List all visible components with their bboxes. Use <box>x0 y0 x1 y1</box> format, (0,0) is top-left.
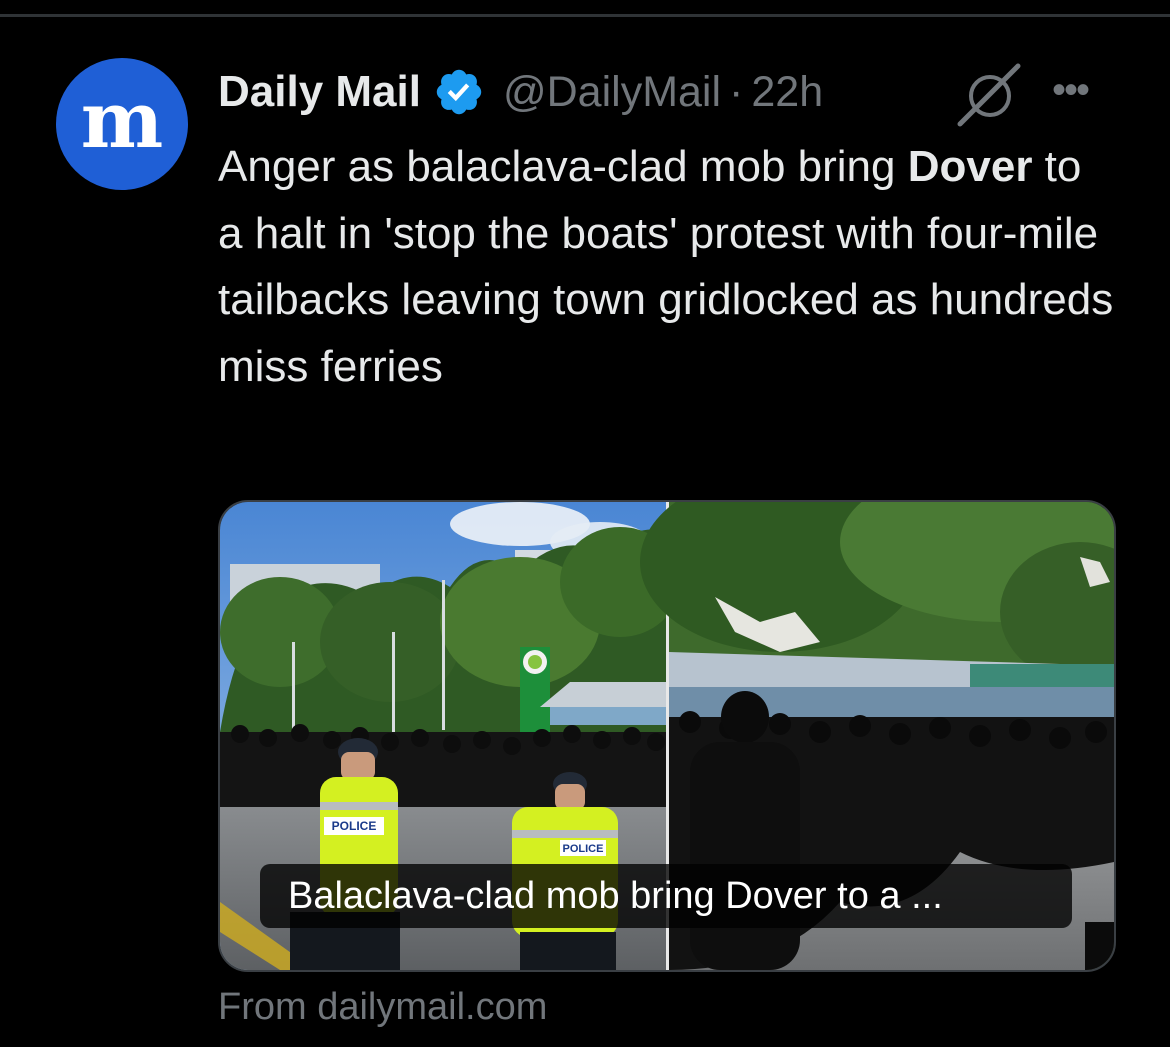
separator-dot: · <box>729 67 744 116</box>
more-icon[interactable]: ••• <box>1052 70 1108 110</box>
grok-icon[interactable] <box>952 62 1026 128</box>
avatar-logo-letter: m <box>80 75 164 166</box>
top-divider <box>0 14 1170 17</box>
display-name[interactable]: Daily Mail <box>218 67 421 117</box>
tweet-text-part-1: Anger as balaclava-clad mob bring <box>218 142 908 191</box>
card-caption: Balaclava-clad mob bring Dover to a ... <box>260 864 1072 928</box>
vest-label-2: POLICE <box>563 843 604 855</box>
user-handle[interactable]: @DailyMail <box>503 68 721 117</box>
card-source[interactable]: From dailymail.com <box>218 986 547 1029</box>
link-card[interactable]: POLICE POLICE Balaclava-clad mob bring D… <box>218 500 1116 972</box>
timestamp[interactable]: 22h <box>751 68 823 117</box>
vest-label-1: POLICE <box>332 819 377 833</box>
avatar[interactable]: m <box>56 58 188 190</box>
tweet-header: Daily Mail @DailyMail · 22h <box>218 64 823 120</box>
tweet-text: Anger as balaclava-clad mob bring Dover … <box>218 134 1118 400</box>
tweet-text-bold: Dover <box>907 142 1033 191</box>
verified-badge-icon[interactable] <box>433 66 485 118</box>
